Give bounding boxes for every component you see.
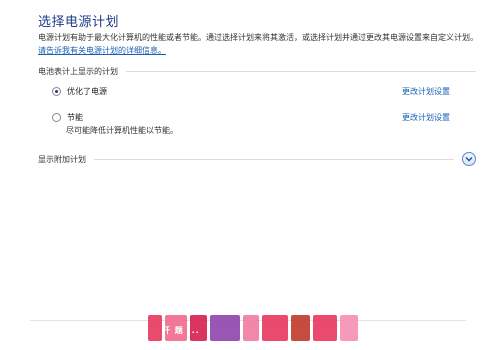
watermark-block (313, 315, 338, 341)
chevron-down-icon[interactable] (462, 152, 476, 166)
plan-power-saver-radio[interactable] (52, 113, 61, 122)
watermark-block (340, 315, 358, 341)
battery-meter-plans-header: 电池表计上显示的计划 (38, 66, 476, 77)
show-additional-plans-label: 显示附加计划 (38, 154, 86, 164)
plan-balanced-radio[interactable] (52, 87, 61, 96)
change-plan-settings-link-balanced[interactable]: 更改计划设置 (402, 86, 450, 97)
show-additional-plans-row[interactable]: 显示附加计划 (38, 152, 476, 166)
plan-power-saver-option[interactable]: 节能 (52, 112, 83, 123)
watermark-block (261, 315, 288, 341)
watermark-block (243, 315, 259, 341)
page-description: 电源计划有助于最大化计算机的性能或者节能。通过选择计划来将其激活，或选择计划并通… (38, 31, 478, 57)
power-plan-details-link[interactable]: 请告诉我有关电源计划的详细信息。 (38, 46, 166, 55)
additional-plans-divider (94, 158, 454, 160)
page-title: 选择电源计划 (38, 15, 120, 30)
change-plan-settings-link-power-saver[interactable]: 更改计划设置 (402, 112, 450, 123)
watermark-block (290, 315, 311, 341)
section-heading: 电池表计上显示的计划 (38, 67, 118, 76)
watermark-block (210, 315, 241, 341)
watermark-block (148, 315, 162, 341)
watermark-text: 开 题 ... (162, 326, 200, 335)
plan-power-saver-label: 节能 (67, 113, 83, 122)
section-divider (126, 71, 476, 72)
plan-balanced-option[interactable]: 优化了电源 (52, 86, 107, 97)
plan-balanced-label: 优化了电源 (67, 87, 107, 96)
plan-power-saver-description: 尽可能降低计算机性能以节能。 (66, 126, 178, 135)
description-text: 电源计划有助于最大化计算机的性能或者节能。通过选择计划来将其激活，或选择计划并通… (38, 33, 478, 42)
